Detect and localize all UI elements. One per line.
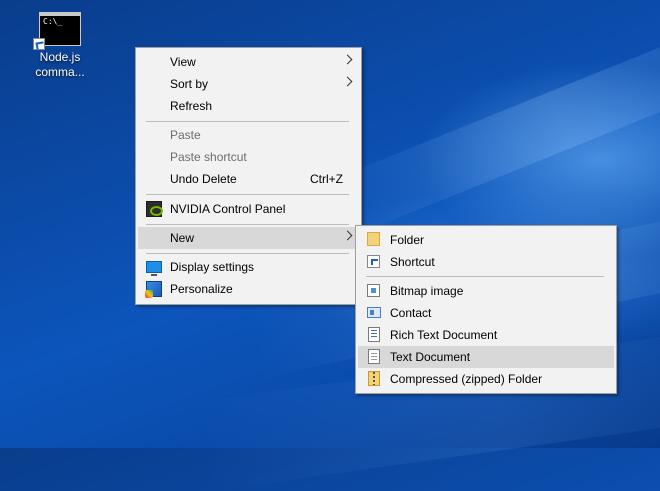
menu-item-personalize[interactable]: Personalize xyxy=(138,278,359,300)
chevron-right-icon xyxy=(342,76,353,87)
menu-item-new[interactable]: New xyxy=(138,227,359,249)
rich-text-icon xyxy=(368,327,380,342)
menu-item-paste[interactable]: Paste xyxy=(138,124,359,146)
contact-icon xyxy=(367,307,381,318)
display-settings-icon xyxy=(146,261,162,276)
desktop-icon-nodejs-command-prompt[interactable]: C:\_ Node.js comma... xyxy=(26,12,94,80)
submenu-item-compressed-folder[interactable]: Compressed (zipped) Folder xyxy=(358,368,614,390)
menu-item-sort-by[interactable]: Sort by xyxy=(138,73,359,95)
submenu-item-rich-text-document[interactable]: Rich Text Document xyxy=(358,324,614,346)
menu-item-refresh[interactable]: Refresh xyxy=(138,95,359,117)
chevron-right-icon xyxy=(342,230,353,241)
command-prompt-icon: C:\_ xyxy=(33,12,81,50)
menu-item-display-settings[interactable]: Display settings xyxy=(138,256,359,278)
submenu-item-shortcut[interactable]: Shortcut xyxy=(358,251,614,273)
menu-item-nvidia-control-panel[interactable]: NVIDIA Control Panel xyxy=(138,198,359,220)
submenu-item-text-document[interactable]: Text Document xyxy=(358,346,614,368)
submenu-item-contact[interactable]: Contact xyxy=(358,302,614,324)
shortcut-arrow-icon xyxy=(33,38,45,50)
shortcut-label: Ctrl+Z xyxy=(310,172,343,186)
bitmap-icon xyxy=(367,284,380,297)
menu-separator xyxy=(146,224,349,225)
submenu-item-folder[interactable]: Folder xyxy=(358,229,614,251)
desktop-icon-label: Node.js comma... xyxy=(35,50,85,79)
personalize-icon xyxy=(145,281,162,298)
text-document-icon xyxy=(368,349,380,364)
folder-icon xyxy=(367,232,380,246)
menu-separator xyxy=(146,253,349,254)
menu-item-view[interactable]: View xyxy=(138,51,359,73)
shortcut-icon xyxy=(367,255,380,268)
menu-item-undo-delete[interactable]: Undo Delete Ctrl+Z xyxy=(138,168,359,190)
submenu-item-bitmap-image[interactable]: Bitmap image xyxy=(358,280,614,302)
menu-item-paste-shortcut[interactable]: Paste shortcut xyxy=(138,146,359,168)
nvidia-icon xyxy=(146,201,163,217)
menu-separator xyxy=(146,194,349,195)
desktop-context-menu: View Sort by Refresh Paste Paste shortcu… xyxy=(135,47,362,305)
menu-separator xyxy=(366,276,604,277)
new-submenu: Folder Shortcut Bitmap image Contact Ric… xyxy=(355,225,617,394)
menu-separator xyxy=(146,121,349,122)
chevron-right-icon xyxy=(342,54,353,65)
zip-folder-icon xyxy=(368,371,380,386)
command-prompt-glyph: C:\_ xyxy=(43,17,63,26)
